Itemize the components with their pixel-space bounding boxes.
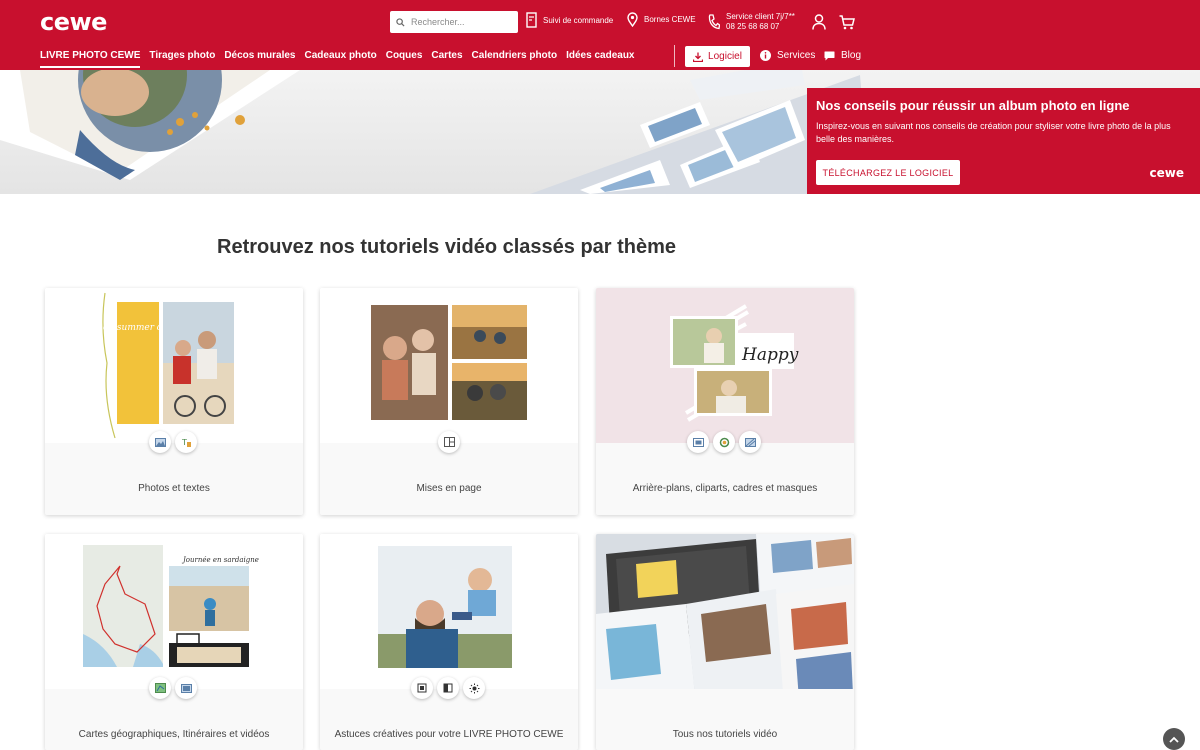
customer-service-link[interactable]: Service client 7j/7** 08 25 68 68 07 bbox=[708, 12, 795, 32]
document-icon bbox=[526, 12, 537, 28]
tutorial-card-arriere-plans[interactable]: Happy Arrière-plans, cliparts, cadres et… bbox=[596, 288, 854, 515]
account-button[interactable] bbox=[809, 12, 829, 32]
nav-coques[interactable]: Coques bbox=[386, 50, 423, 68]
user-icon bbox=[812, 14, 826, 30]
script-text-journee: Journée en sardaigne bbox=[181, 556, 259, 564]
software-button[interactable]: Logiciel bbox=[685, 46, 750, 67]
scroll-to-top-button[interactable] bbox=[1163, 728, 1185, 750]
nav-calendriers-photo[interactable]: Calendriers photo bbox=[472, 50, 558, 68]
info-icon bbox=[760, 50, 771, 61]
download-icon bbox=[693, 52, 704, 62]
photo-text-icon bbox=[149, 431, 171, 453]
card-badges: T bbox=[149, 431, 197, 453]
video-icon bbox=[175, 677, 197, 699]
card-badges bbox=[411, 677, 485, 699]
card-image: oh summer day bbox=[45, 288, 303, 443]
card-label: Tous nos tutoriels vidéo bbox=[672, 729, 778, 740]
kiosk-link[interactable]: Bornes CEWE bbox=[627, 12, 696, 27]
card-image bbox=[320, 534, 578, 689]
card-label: Arrière-plans, cliparts, cadres et masqu… bbox=[632, 483, 818, 494]
mask-icon bbox=[739, 431, 761, 453]
card-image: Journée en sardaigne bbox=[45, 534, 303, 689]
nav-livre-photo[interactable]: LIVRE PHOTO CEWE bbox=[40, 50, 141, 68]
search-box[interactable] bbox=[390, 11, 518, 33]
card-badges bbox=[438, 431, 460, 453]
download-software-button[interactable]: TÉLÉCHARGEZ LE LOGICIEL bbox=[816, 160, 960, 185]
tutorial-card-tous[interactable]: Tous nos tutoriels vidéo bbox=[596, 534, 854, 750]
cart-button[interactable] bbox=[837, 12, 857, 32]
card-image bbox=[320, 288, 578, 443]
search-input[interactable] bbox=[411, 17, 516, 27]
services-link[interactable]: Services bbox=[760, 50, 815, 61]
section-title: Retrouvez nos tutoriels vidéo classés pa… bbox=[217, 236, 677, 258]
card-image: Happy bbox=[596, 288, 854, 443]
promo-title: Nos conseils pour réussir un album photo… bbox=[816, 98, 1130, 113]
card-label: Astuces créatives pour votre LIVRE PHOTO… bbox=[334, 729, 564, 740]
cart-icon bbox=[839, 14, 855, 29]
promo-cewe-logo: cewe bbox=[1149, 166, 1184, 180]
kiosk-label: Bornes CEWE bbox=[644, 15, 696, 24]
nav-tirages-photo[interactable]: Tirages photo bbox=[149, 50, 215, 68]
nav-decos-murales[interactable]: Décos murales bbox=[224, 50, 295, 68]
software-button-label: Logiciel bbox=[708, 51, 742, 62]
layout-icon bbox=[438, 431, 460, 453]
nav-cadeaux-photo[interactable]: Cadeaux photo bbox=[304, 50, 376, 68]
blog-label: Blog bbox=[841, 50, 862, 61]
card-image bbox=[596, 534, 854, 689]
cewe-logo[interactable]: cewe bbox=[40, 8, 107, 36]
nav-cartes[interactable]: Cartes bbox=[431, 50, 462, 68]
order-tracking-link[interactable]: Suivi de commande bbox=[526, 12, 613, 28]
service-phone: 08 25 68 68 07 bbox=[726, 22, 780, 31]
search-icon bbox=[396, 17, 405, 27]
promo-text: Inspirez-vous en suivant nos conseils de… bbox=[816, 121, 1171, 144]
services-label: Services bbox=[777, 50, 816, 61]
chevron-up-icon bbox=[1169, 736, 1179, 743]
card-badges bbox=[687, 431, 761, 453]
promo-box: Nos conseils pour réussir un album photo… bbox=[807, 88, 1200, 194]
tutorial-card-cartes-geo[interactable]: Journée en sardaigne Cartes géographique… bbox=[45, 534, 303, 750]
svg-text:T: T bbox=[181, 438, 187, 447]
nav-idees-cadeaux[interactable]: Idées cadeaux bbox=[566, 50, 634, 68]
tutorial-card-mises-en-page[interactable]: Mises en page bbox=[320, 288, 578, 515]
yellow-text-panel bbox=[117, 302, 159, 424]
contrast-icon bbox=[437, 677, 459, 699]
location-pin-icon bbox=[627, 12, 638, 27]
tutorial-card-photos-textes[interactable]: oh summer day T Photos et textes bbox=[45, 288, 303, 515]
blog-link[interactable]: Blog bbox=[824, 50, 861, 61]
card-label: Photos et textes bbox=[138, 483, 210, 494]
nav-divider bbox=[674, 45, 675, 67]
card-badges bbox=[149, 677, 197, 699]
script-text-happy: Happy bbox=[741, 345, 799, 365]
service-title: Service client 7j/7** bbox=[726, 12, 795, 21]
map-icon bbox=[149, 677, 171, 699]
background-icon bbox=[687, 431, 709, 453]
tutorial-card-astuces[interactable]: Astuces créatives pour votre LIVRE PHOTO… bbox=[320, 534, 578, 750]
phone-icon bbox=[708, 14, 720, 30]
text-tool-icon: T bbox=[175, 431, 197, 453]
brightness-icon bbox=[463, 677, 485, 699]
header: cewe Suivi de commande Bornes CEWE Servi… bbox=[0, 0, 1200, 70]
card-label: Mises en page bbox=[416, 483, 482, 494]
order-tracking-label: Suivi de commande bbox=[543, 15, 614, 25]
clipart-icon bbox=[713, 431, 735, 453]
grid-icon bbox=[411, 677, 433, 699]
card-label: Cartes géographiques, Itinéraires et vid… bbox=[78, 729, 270, 740]
chat-bubble-icon bbox=[824, 51, 835, 60]
main-nav: LIVRE PHOTO CEWE Tirages photo Décos mur… bbox=[40, 50, 634, 68]
